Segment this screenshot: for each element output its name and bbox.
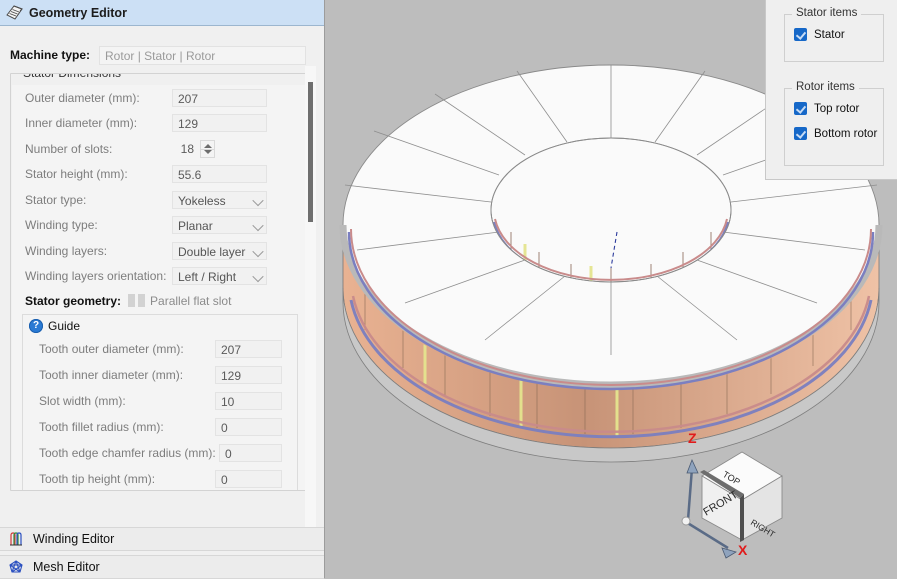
guide-label: Guide xyxy=(48,318,81,333)
chevron-down-icon xyxy=(252,271,264,283)
input-stator-height[interactable]: 55.6 xyxy=(172,165,267,184)
checkbox-top-rotor[interactable] xyxy=(794,102,807,115)
field-row-stator-height: Stator height (mm): 55.6 xyxy=(12,162,305,188)
input-tooth-tip-height[interactable]: 0 xyxy=(215,470,282,488)
select-stator-type-value: Yokeless xyxy=(178,193,226,208)
select-winding-layers-value: Double layer xyxy=(178,244,246,259)
field-row-tooth-edge-chamfer-radius: Tooth edge chamfer radius (mm): 0 xyxy=(23,440,297,466)
field-row-stator-type: Stator type: Yokeless xyxy=(12,187,305,213)
spinner-number-of-slots[interactable] xyxy=(200,139,215,158)
input-tooth-outer-diameter[interactable]: 207 xyxy=(215,340,282,358)
label-number-of-slots: Number of slots: xyxy=(25,141,113,156)
field-row-winding-layers-orientation: Winding layers orientation: Left / Right xyxy=(12,264,305,290)
label-winding-layers: Winding layers: xyxy=(25,243,108,258)
vertical-scrollbar[interactable] xyxy=(305,66,316,536)
guide-row[interactable]: ? Guide xyxy=(23,315,297,336)
select-winding-layers-orientation-value: Left / Right xyxy=(178,270,237,285)
field-row-tooth-inner-diameter: Tooth inner diameter (mm): 129 xyxy=(23,362,297,388)
label-tooth-tip-height: Tooth tip height (mm): xyxy=(39,472,156,486)
dock-button-label-mesh-editor: Mesh Editor xyxy=(33,560,100,574)
select-winding-type-value: Planar xyxy=(178,219,213,234)
geometry-editor-window: TOP FRONT RIGHT Z X Stator items Stator … xyxy=(0,0,897,579)
parallel-flat-slot-icon xyxy=(128,294,146,307)
input-number-of-slots[interactable]: 18 xyxy=(172,140,194,158)
field-row-slot-width: Slot width (mm): 10 xyxy=(23,388,297,414)
checkbox-label-stator: Stator xyxy=(814,28,845,41)
select-stator-type[interactable]: Yokeless xyxy=(172,190,267,209)
machine-type-value[interactable]: Rotor | Stator | Rotor xyxy=(99,45,306,65)
label-winding-layers-orientation: Winding layers orientation: xyxy=(25,269,167,284)
label-stator-type: Stator type: xyxy=(25,192,87,207)
input-tooth-edge-chamfer-radius[interactable]: 0 xyxy=(219,444,282,462)
field-row-winding-layers: Winding layers: Double layer xyxy=(12,238,305,264)
checkbox-bottom-rotor[interactable] xyxy=(794,127,807,140)
help-question-icon[interactable]: ? xyxy=(29,318,43,333)
chevron-down-icon xyxy=(252,194,264,206)
label-tooth-outer-diameter: Tooth outer diameter (mm): xyxy=(39,342,184,356)
label-stator-geometry: Stator geometry: xyxy=(25,293,122,308)
x-axis-label: X xyxy=(738,542,748,558)
stator-dimensions-group: Stator Dimensions Outer diameter (mm): 2… xyxy=(10,73,306,491)
label-outer-diameter: Outer diameter (mm): xyxy=(25,90,140,105)
label-tooth-inner-diameter: Tooth inner diameter (mm): xyxy=(39,368,184,382)
field-row-outer-diameter: Outer diameter (mm): 207 xyxy=(12,85,305,111)
checkbox-label-bottom-rotor: Bottom rotor xyxy=(814,127,878,140)
value-stator-geometry[interactable]: Parallel flat slot xyxy=(150,294,231,308)
field-row-number-of-slots: Number of slots: 18 xyxy=(12,136,305,162)
checkbox-row-bottom-rotor[interactable]: Bottom rotor xyxy=(785,121,883,146)
field-row-inner-diameter: Inner diameter (mm): 129 xyxy=(12,111,305,137)
navigation-cube[interactable]: TOP FRONT RIGHT Z X xyxy=(670,428,790,568)
geometry-editor-icon xyxy=(6,5,23,20)
input-slot-width[interactable]: 10 xyxy=(215,392,282,410)
rotor-items-group: Rotor items Top rotor Bottom rotor xyxy=(784,81,884,166)
input-tooth-fillet-radius[interactable]: 0 xyxy=(215,418,282,436)
geometry-editor-panel: Geometry Editor Machine type: Rotor | St… xyxy=(0,0,325,579)
label-tooth-fillet-radius: Tooth fillet radius (mm): xyxy=(39,420,164,434)
checkbox-row-stator[interactable]: Stator xyxy=(785,22,883,47)
rotor-items-legend: Rotor items xyxy=(792,81,859,93)
checkbox-label-top-rotor: Top rotor xyxy=(814,102,860,115)
stator-dimensions-scroll-area[interactable]: Outer diameter (mm): 207 Inner diameter … xyxy=(12,85,305,490)
dock-button-label-winding-editor: Winding Editor xyxy=(33,532,115,546)
label-slot-width: Slot width (mm): xyxy=(39,394,126,408)
items-panel: Stator items Stator Rotor items Top roto… xyxy=(765,0,897,180)
input-outer-diameter[interactable]: 207 xyxy=(172,88,267,107)
select-winding-layers-orientation[interactable]: Left / Right xyxy=(172,267,267,286)
input-tooth-inner-diameter[interactable]: 129 xyxy=(215,366,282,384)
field-row-tooth-outer-diameter: Tooth outer diameter (mm): 207 xyxy=(23,336,297,362)
field-row-tooth-fillet-radius: Tooth fillet radius (mm): 0 xyxy=(23,414,297,440)
input-inner-diameter[interactable]: 129 xyxy=(172,114,267,133)
stator-items-legend: Stator items xyxy=(792,7,862,19)
field-row-tooth-tip-height: Tooth tip height (mm): 0 xyxy=(23,466,297,490)
select-winding-layers[interactable]: Double layer xyxy=(172,241,267,260)
label-winding-type: Winding type: xyxy=(25,218,98,233)
vertical-scrollbar-thumb[interactable] xyxy=(308,82,313,222)
label-stator-height: Stator height (mm): xyxy=(25,167,128,182)
chevron-down-icon xyxy=(252,220,264,232)
stator-items-group: Stator items Stator xyxy=(784,7,884,62)
z-axis-arrow xyxy=(686,458,699,521)
spinner-down-icon[interactable] xyxy=(204,149,212,154)
select-winding-type[interactable]: Planar xyxy=(172,216,267,235)
checkbox-stator[interactable] xyxy=(794,28,807,41)
stator-geometry-row: Stator geometry: Parallel flat slot xyxy=(12,289,305,312)
machine-type-row: Machine type: Rotor | Stator | Rotor xyxy=(10,45,306,65)
mesh-editor-icon xyxy=(9,560,23,573)
label-inner-diameter: Inner diameter (mm): xyxy=(25,116,138,131)
z-axis-label: Z xyxy=(688,430,697,446)
dock-button-winding-editor[interactable]: Winding Editor xyxy=(0,527,324,551)
spinner-up-icon[interactable] xyxy=(204,143,212,148)
dock-button-mesh-editor[interactable]: Mesh Editor xyxy=(0,555,324,579)
checkbox-row-top-rotor[interactable]: Top rotor xyxy=(785,96,883,121)
label-tooth-edge-chamfer-radius: Tooth edge chamfer radius (mm): xyxy=(39,446,216,460)
panel-titlebar: Geometry Editor xyxy=(0,0,324,26)
panel-title: Geometry Editor xyxy=(29,5,127,20)
stator-dimensions-legend: Stator Dimensions xyxy=(19,74,126,80)
field-row-winding-type: Winding type: Planar xyxy=(12,213,305,239)
stator-geometry-subgroup: ? Guide Tooth outer diameter (mm): 207 T… xyxy=(22,314,298,490)
chevron-down-icon xyxy=(252,245,264,257)
winding-editor-icon xyxy=(10,532,22,546)
machine-type-label: Machine type: xyxy=(10,48,91,62)
panel-content: Machine type: Rotor | Stator | Rotor Sta… xyxy=(0,26,324,545)
